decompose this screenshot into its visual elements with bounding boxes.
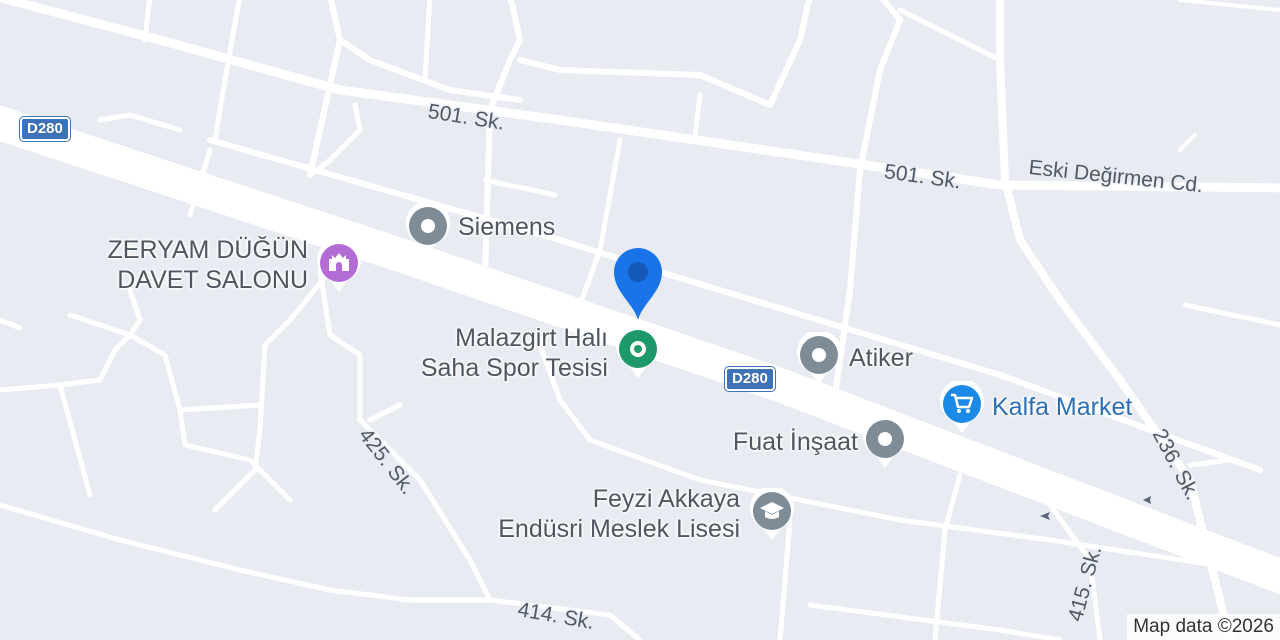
route-shield-d280: D280 (20, 117, 70, 141)
poi-label-zeryam-line2: DAVET SALONU (117, 266, 308, 294)
poi-fuat-insaat[interactable] (862, 413, 908, 470)
poi-label-malazgirt-line1: Malazgirt Halı (455, 324, 608, 352)
map-canvas[interactable]: 501. Sk. 501. Sk. Eski Değirmen Cd. 425.… (0, 0, 1280, 640)
wedding-venue-icon (317, 237, 361, 292)
poi-label-malazgirt-line2: Saha Spor Tesisi (420, 354, 608, 382)
poi-atiker[interactable] (796, 329, 842, 386)
poi-feyzi-akkaya[interactable] (749, 485, 795, 542)
poi-label-kalfa-market[interactable]: Kalfa Market (992, 392, 1132, 422)
poi-malazgirt[interactable] (615, 323, 661, 380)
poi-label-feyzi-line2: Endüsri Meslek Lisesi (498, 515, 740, 543)
route-shield-d280: D280 (725, 367, 775, 391)
poi-zeryam[interactable] (316, 237, 362, 294)
map-attribution: Map data ©2026 (1127, 614, 1280, 640)
pin-generic-icon (406, 200, 450, 255)
poi-label-feyzi-line1: Feyzi Akkaya (592, 485, 740, 513)
shopping-cart-icon (940, 378, 984, 433)
poi-label-atiker[interactable]: Atiker (849, 343, 913, 373)
poi-label-zeryam-line1: ZERYAM DÜĞÜN (107, 236, 308, 264)
pin-generic-icon (863, 413, 907, 468)
poi-siemens[interactable] (405, 200, 451, 257)
road-top-diagonal (0, 0, 1280, 193)
poi-label-siemens[interactable]: Siemens (458, 212, 555, 242)
sports-venue-icon (616, 323, 660, 378)
location-marker[interactable] (612, 246, 664, 322)
graduation-cap-icon (750, 485, 794, 540)
location-marker-icon (614, 248, 662, 320)
poi-label-fuat-insaat[interactable]: Fuat İnşaat (640, 427, 858, 457)
poi-label-malazgirt[interactable]: Malazgirt Halı Saha Spor Tesisi (360, 323, 608, 383)
pin-generic-icon (797, 329, 841, 384)
poi-label-feyzi-akkaya[interactable]: Feyzi Akkaya Endüsri Meslek Lisesi (420, 484, 740, 544)
poi-kalfa-market[interactable] (939, 378, 985, 435)
poi-label-zeryam[interactable]: ZERYAM DÜĞÜN DAVET SALONU (60, 235, 308, 295)
